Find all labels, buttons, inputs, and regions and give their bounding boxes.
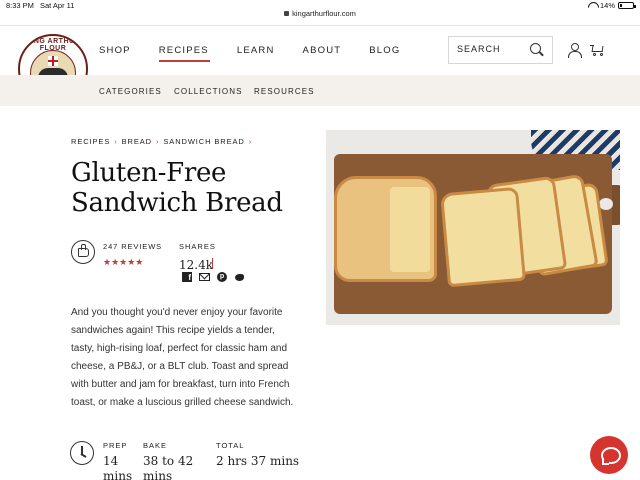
- total-label: TOTAL: [216, 441, 245, 450]
- nav-blog[interactable]: BLOG: [369, 45, 400, 56]
- twitter-icon[interactable]: [234, 273, 245, 282]
- recipe-title: Gluten-Free Sandwich Bread: [71, 158, 283, 218]
- main-nav: SHOP RECIPES LEARN ABOUT BLOG: [99, 45, 428, 62]
- reviews-count[interactable]: 247 REVIEWS: [103, 242, 162, 251]
- battery-icon: [618, 2, 636, 9]
- battery-percent: 14%: [599, 1, 615, 10]
- wifi-icon: [588, 2, 597, 9]
- bread-slice: [440, 186, 526, 288]
- subnav-collections[interactable]: COLLECTIONS: [174, 87, 243, 96]
- sub-nav: CATEGORIES COLLECTIONS RESOURCES: [0, 75, 640, 106]
- status-right: 14%: [588, 1, 636, 10]
- total-value: 2 hrs 37 mins: [216, 454, 300, 468]
- account-icon[interactable]: [568, 43, 582, 58]
- share-icons: f p: [182, 272, 245, 282]
- subnav-categories[interactable]: CATEGORIES: [99, 87, 162, 96]
- nav-learn[interactable]: LEARN: [237, 45, 275, 56]
- bake-value: 38 to 42 mins: [143, 454, 194, 480]
- battery-fill: [620, 4, 622, 7]
- chat-button[interactable]: [590, 436, 628, 474]
- cart-icon[interactable]: [590, 44, 604, 56]
- breadcrumb-separator: ›: [155, 137, 160, 146]
- shares-label: SHARES: [179, 242, 216, 251]
- shares-divider: [212, 258, 213, 269]
- bake-label: BAKE: [143, 441, 168, 450]
- clock-icon: [70, 441, 94, 465]
- prep-label: PREP: [103, 441, 128, 450]
- logo-cross-icon: [48, 56, 58, 66]
- nav-recipes[interactable]: RECIPES: [158, 45, 210, 62]
- recipe-photo: [326, 130, 620, 325]
- breadcrumb-separator: ›: [114, 137, 118, 146]
- pinterest-icon[interactable]: p: [217, 272, 227, 282]
- thumbs-up-icon[interactable]: [71, 240, 95, 264]
- address-url: kingarthurflour.com: [292, 9, 356, 18]
- lock-icon: [284, 11, 290, 16]
- subnav-resources[interactable]: RESOURCES: [254, 87, 315, 96]
- recipe-description: And you thought you'd never enjoy your f…: [71, 307, 294, 408]
- breadcrumb-bread[interactable]: BREAD: [122, 137, 152, 146]
- bread-loaf: [334, 176, 437, 282]
- facebook-icon[interactable]: f: [182, 272, 192, 282]
- prep-value: 14 mins: [103, 454, 133, 480]
- site-header: KING ARTHUR FLOUR SHOP RECIPES LEARN ABO…: [0, 25, 640, 104]
- search-box[interactable]: SEARCH: [448, 36, 553, 64]
- breadcrumb-separator: ›: [248, 137, 253, 146]
- breadcrumb: RECIPES › BREAD › SANDWICH BREAD ›: [71, 137, 256, 146]
- breadcrumb-sandwich-bread[interactable]: SANDWICH BREAD: [163, 137, 244, 146]
- breadcrumb-recipes[interactable]: RECIPES: [71, 137, 110, 146]
- rating-stars: ★★★★★: [103, 257, 144, 267]
- shares-count: 12.4k: [179, 258, 213, 272]
- nav-shop[interactable]: SHOP: [99, 45, 131, 56]
- search-icon[interactable]: [530, 43, 543, 56]
- status-bar: 8:33 PM Sat Apr 11 kingarthurflour.com 1…: [0, 0, 640, 18]
- search-label: SEARCH: [457, 44, 501, 54]
- address-bar[interactable]: kingarthurflour.com: [0, 9, 640, 18]
- mail-icon[interactable]: [199, 273, 210, 281]
- cutting-board-hole: [599, 198, 613, 210]
- nav-about[interactable]: ABOUT: [303, 45, 342, 56]
